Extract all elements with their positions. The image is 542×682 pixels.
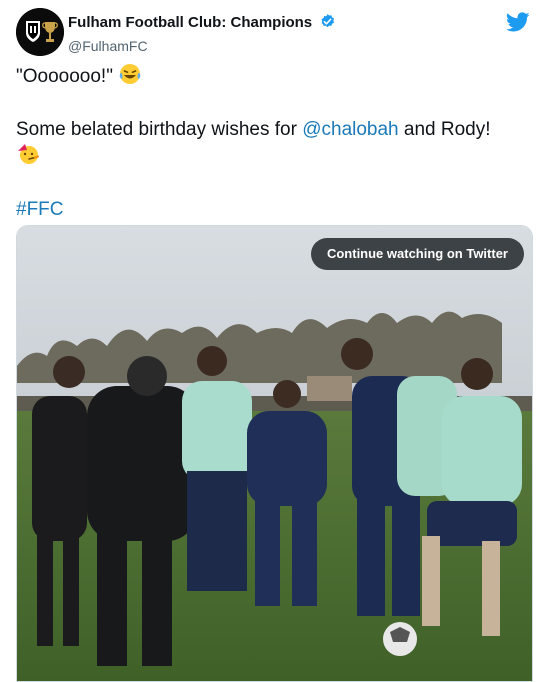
tweet-body: "Ooooooo!" Some belated birthday wishes … bbox=[16, 62, 526, 222]
fulham-crest-icon bbox=[16, 8, 64, 56]
party-face-emoji bbox=[16, 142, 40, 173]
wish-text: Some belated birthday wishes for bbox=[16, 119, 303, 140]
tears-of-joy-emoji bbox=[118, 62, 142, 93]
verified-badge-icon bbox=[319, 13, 336, 35]
continue-watching-button[interactable]: Continue watching on Twitter bbox=[310, 238, 524, 270]
tweet-line-1: "Ooooooo!" bbox=[16, 62, 526, 93]
tweet-header: Fulham Football Club: Champions @FulhamF… bbox=[16, 8, 530, 58]
tweet-line-2: Some belated birthday wishes for @chalob… bbox=[16, 117, 526, 173]
quote-text: "Ooooooo!" bbox=[16, 66, 113, 87]
hashtag-link[interactable]: #FFC bbox=[16, 199, 64, 220]
tweet-line-3: #FFC bbox=[16, 197, 526, 222]
video-thumbnail bbox=[17, 226, 532, 681]
handle[interactable]: @FulhamFC bbox=[68, 37, 336, 55]
display-name[interactable]: Fulham Football Club: Champions bbox=[68, 14, 312, 31]
twitter-bird-icon[interactable] bbox=[505, 10, 530, 34]
avatar[interactable] bbox=[16, 8, 64, 56]
video-player[interactable]: Continue watching on Twitter bbox=[16, 225, 533, 682]
wish-suffix: and Rody! bbox=[398, 119, 491, 140]
display-name-row[interactable]: Fulham Football Club: Champions bbox=[68, 13, 336, 35]
mention-link[interactable]: @chalobah bbox=[302, 119, 398, 140]
